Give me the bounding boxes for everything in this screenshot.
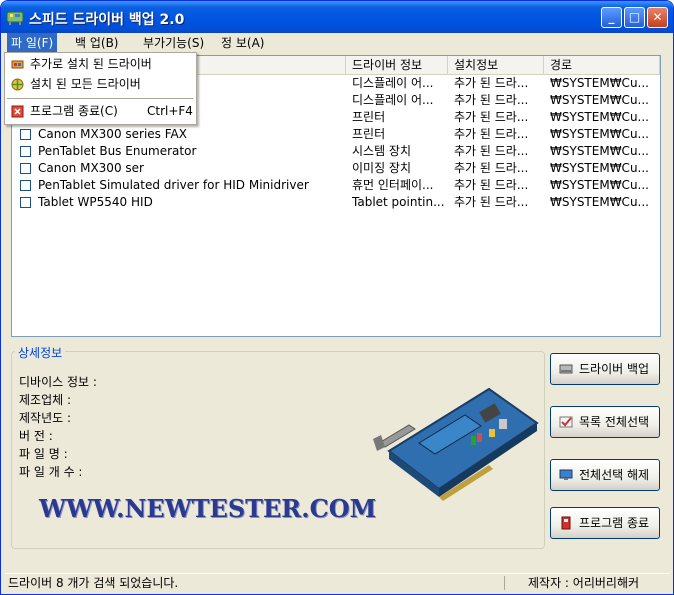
row-path: ₩SYSTEM₩Cu... <box>550 161 649 175</box>
row-name: Canon MX300 series FAX <box>38 127 187 141</box>
row-info: 디스플레이 어... <box>352 76 434 90</box>
exit-icon <box>11 105 24 118</box>
close-icon: ✕ <box>652 10 663 24</box>
monitor-icon <box>559 469 573 480</box>
title-bar[interactable]: 스피드 드라이버 백업 2.0 _ □ ✕ <box>1 1 673 33</box>
row-install: 추가 된 드라... <box>454 178 529 192</box>
exit-button-label: 프로그램 종료 <box>579 516 650 530</box>
table-row[interactable]: Tablet WP5540 HID Tablet pointin... 추가 된… <box>12 194 660 211</box>
filename-label: 파 일 명 : <box>19 447 68 461</box>
row-checkbox[interactable] <box>20 180 31 191</box>
status-divider <box>504 576 505 590</box>
row-install: 추가 된 드라... <box>454 93 529 107</box>
drive-icon <box>559 364 573 374</box>
app-window: 스피드 드라이버 백업 2.0 _ □ ✕ 파 일(F) 백 업(B) 부가기능… <box>0 0 674 595</box>
row-name: Tablet WP5540 HID <box>38 195 153 209</box>
row-install: 추가 된 드라... <box>454 161 529 175</box>
backup-button[interactable]: 드라이버 백업 <box>550 353 660 385</box>
row-path: ₩SYSTEM₩Cu... <box>550 178 649 192</box>
row-install: 추가 된 드라... <box>454 195 529 209</box>
menu-file[interactable]: 파 일(F) <box>7 33 58 53</box>
menu-item-shortcut: Ctrl+F4 <box>147 104 193 118</box>
maximize-icon: □ <box>628 10 641 24</box>
row-path: ₩SYSTEM₩Cu... <box>550 195 649 209</box>
menu-extras[interactable]: 부가기능(S) <box>139 33 208 53</box>
row-path: ₩SYSTEM₩Cu... <box>550 76 649 90</box>
row-path: ₩SYSTEM₩Cu... <box>550 144 649 158</box>
menu-backup[interactable]: 백 업(B) <box>71 33 123 53</box>
row-info: 프린터 <box>352 110 386 124</box>
menu-item-exit[interactable]: 프로그램 종료(C) Ctrl+F4 <box>5 101 196 121</box>
row-name: PenTablet Bus Enumerator <box>38 144 197 158</box>
deselect-all-button-label: 전체선택 해제 <box>579 468 650 482</box>
circuit-board-image <box>373 387 539 501</box>
col-install-info[interactable]: 설치정보 <box>448 56 544 74</box>
row-install: 추가 된 드라... <box>454 110 529 124</box>
menu-item-label: 추가로 설치 된 드라이버 <box>30 57 152 71</box>
file-menu-dropdown: 추가로 설치 된 드라이버 설치 된 모든 드라이버 프로그램 종료(C) Ct… <box>4 52 197 125</box>
select-all-button-label: 목록 전체선택 <box>579 415 650 429</box>
close-button[interactable]: ✕ <box>647 7 668 28</box>
backup-button-label: 드라이버 백업 <box>579 362 650 376</box>
minimize-icon: _ <box>608 10 615 24</box>
row-checkbox[interactable] <box>20 197 31 208</box>
row-info: 디스플레이 어... <box>352 93 434 107</box>
row-info: 이미징 장치 <box>352 161 412 175</box>
col-driver-info[interactable]: 드라이버 정보 <box>346 56 448 74</box>
menu-bar: 파 일(F) 백 업(B) 부가기능(S) 정 보(A) <box>5 33 669 53</box>
table-row[interactable]: PenTablet Bus Enumerator 시스템 장치 추가 된 드라.… <box>12 143 660 160</box>
app-icon <box>6 11 24 25</box>
row-path: ₩SYSTEM₩Cu... <box>550 110 649 124</box>
row-info: 휴먼 인터페이... <box>352 178 434 192</box>
select-all-button[interactable]: 목록 전체선택 <box>550 406 660 438</box>
row-info: Tablet pointin... <box>352 195 444 209</box>
manufacturer-label: 제조업체 : <box>19 393 72 407</box>
row-checkbox[interactable] <box>20 163 31 174</box>
row-path: ₩SYSTEM₩Cu... <box>550 93 649 107</box>
menu-separator <box>7 98 193 99</box>
minimize-button[interactable]: _ <box>601 7 622 28</box>
row-name: PenTablet Simulated driver for HID Minid… <box>38 178 309 192</box>
globe-icon <box>11 78 24 91</box>
deselect-all-button[interactable]: 전체선택 해제 <box>550 459 660 491</box>
table-row[interactable]: PenTablet Simulated driver for HID Minid… <box>12 177 660 194</box>
details-title: 상세정보 <box>15 344 66 361</box>
menu-item-added-drivers[interactable]: 추가로 설치 된 드라이버 <box>5 54 196 74</box>
status-bar: 드라이버 8 개가 검색 되었습니다. 제작자 : 어리버리해커 <box>5 573 669 592</box>
driver-icon <box>11 60 24 69</box>
window-title: 스피드 드라이버 백업 2.0 <box>29 12 185 28</box>
col-path[interactable]: 경로 <box>544 56 660 74</box>
row-install: 추가 된 드라... <box>454 76 529 90</box>
status-message: 드라이버 8 개가 검색 되었습니다. <box>8 576 179 590</box>
menu-item-all-drivers[interactable]: 설치 된 모든 드라이버 <box>5 74 196 94</box>
status-author: 제작자 : 어리버리해커 <box>528 576 640 590</box>
row-install: 추가 된 드라... <box>454 144 529 158</box>
row-checkbox[interactable] <box>20 146 31 157</box>
row-install: 추가 된 드라... <box>454 127 529 141</box>
power-icon <box>561 516 571 530</box>
version-label: 버 전 : <box>19 429 53 443</box>
filecount-label: 파 일 개 수 : <box>19 465 83 479</box>
device-info-label: 디바이스 정보 : <box>19 375 97 389</box>
row-path: ₩SYSTEM₩Cu... <box>550 127 649 141</box>
website-watermark: WWW.NEWTESTER.COM <box>39 494 377 523</box>
menu-item-label: 프로그램 종료(C) <box>30 104 118 118</box>
checklist-icon <box>559 416 573 428</box>
row-info: 프린터 <box>352 127 386 141</box>
row-name: Canon MX300 ser <box>38 161 144 175</box>
table-row[interactable]: Canon MX300 ser 이미징 장치 추가 된 드라... ₩SYSTE… <box>12 160 660 177</box>
exit-button[interactable]: 프로그램 종료 <box>550 507 660 539</box>
menu-about[interactable]: 정 보(A) <box>217 33 268 53</box>
row-info: 시스템 장치 <box>352 144 412 158</box>
maximize-button[interactable]: □ <box>624 7 645 28</box>
row-checkbox[interactable] <box>20 129 31 140</box>
table-row[interactable]: Canon MX300 series FAX 프린터 추가 된 드라... ₩S… <box>12 126 660 143</box>
menu-item-label: 설치 된 모든 드라이버 <box>30 77 141 91</box>
year-label: 제작년도 : <box>19 411 72 425</box>
